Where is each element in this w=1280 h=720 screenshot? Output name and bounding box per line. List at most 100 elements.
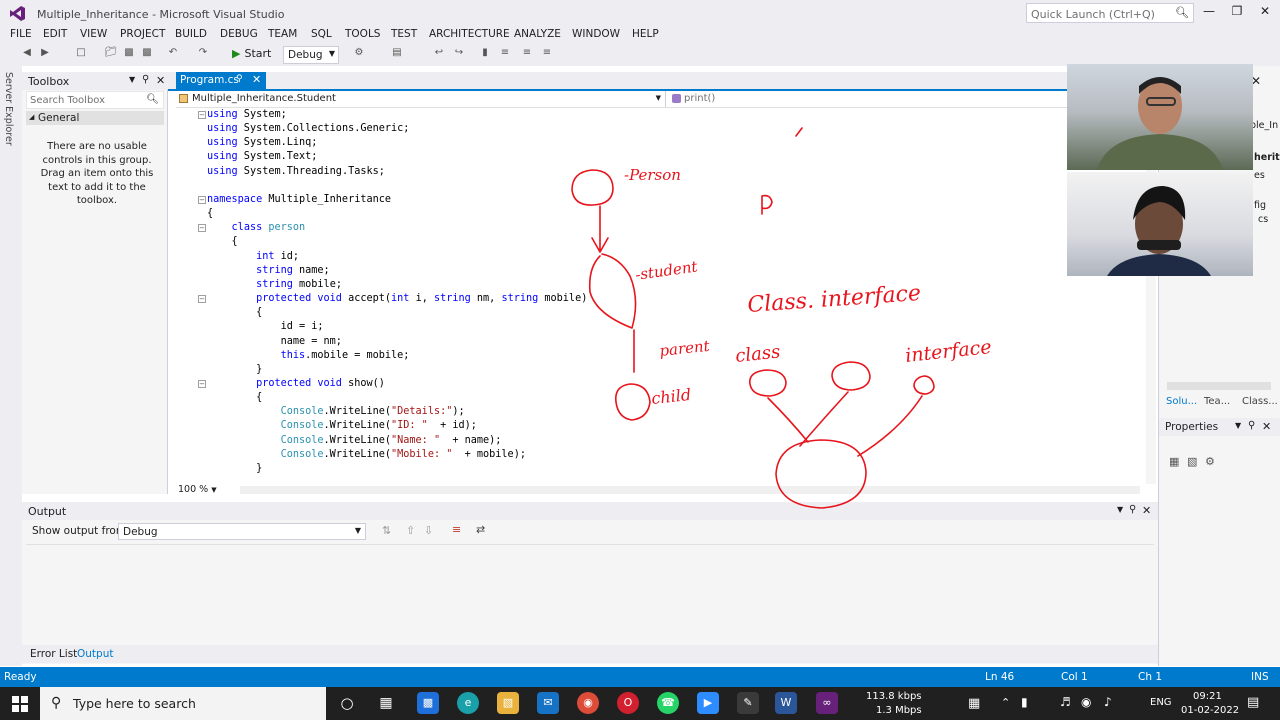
start-debug-button[interactable]: ▶ Start — [232, 47, 271, 60]
output-text-area[interactable] — [26, 544, 1154, 640]
fold-toggle[interactable]: − — [198, 295, 206, 303]
menu-analyze[interactable]: ANALYZE — [514, 28, 561, 40]
menu-project[interactable]: PROJECT — [120, 28, 165, 40]
next-message-icon[interactable]: ⇩ — [424, 524, 433, 537]
bookmark-icon[interactable]: ▮ — [478, 47, 492, 61]
toolbox-search-input[interactable]: Search Toolbox 🔍︎ — [26, 91, 164, 109]
edge-icon[interactable]: e — [457, 692, 479, 714]
menu-file[interactable]: FILE — [10, 28, 32, 40]
toolbox-group-general[interactable]: ◢ General — [26, 111, 164, 125]
clock-time[interactable]: 09:21 — [1193, 691, 1222, 702]
whatsapp-icon[interactable]: ☎ — [657, 692, 679, 714]
menu-window[interactable]: WINDOW — [572, 28, 620, 40]
editor-horizontal-scrollbar[interactable] — [240, 486, 1140, 494]
type-dropdown[interactable]: Multiple_Inheritance.Student ▼ — [176, 91, 666, 107]
quick-launch-input[interactable]: Quick Launch (Ctrl+Q) 🔍︎ — [1026, 3, 1194, 23]
maximize-button[interactable]: ❐ — [1226, 4, 1248, 22]
language-indicator[interactable]: ENG — [1150, 697, 1172, 708]
output-source-select[interactable]: Debug ▼ — [118, 523, 366, 540]
alphabetical-icon[interactable]: ▧ — [1187, 455, 1197, 468]
tab-program-cs[interactable]: Program.cs ⚲ ✕ — [176, 72, 266, 89]
pin-icon[interactable]: ⚲ — [1248, 420, 1255, 431]
navigate-forward-icon[interactable]: ↪ — [452, 47, 466, 61]
file-explorer-icon[interactable]: ▧ — [497, 692, 519, 714]
save-all-icon[interactable]: ▩ — [140, 47, 154, 61]
fold-toggle[interactable]: − — [198, 224, 206, 232]
menu-debug[interactable]: DEBUG — [220, 28, 258, 40]
categorized-icon[interactable]: ▦ — [1169, 455, 1179, 468]
server-explorer-tab[interactable]: Server Explorer — [3, 72, 14, 146]
menu-view[interactable]: VIEW — [80, 28, 107, 40]
cortana-icon[interactable]: ○ — [336, 692, 358, 714]
find-icon[interactable]: ▤ — [390, 47, 404, 61]
task-view-icon[interactable]: ▦ — [375, 692, 397, 714]
chrome-icon[interactable]: ◉ — [577, 692, 599, 714]
minimize-button[interactable]: — — [1198, 4, 1220, 22]
menu-test[interactable]: TEST — [391, 28, 417, 40]
solution-scrollbar[interactable] — [1167, 382, 1271, 390]
save-icon[interactable]: ▩ — [122, 47, 136, 61]
visual-studio-taskbar-icon[interactable]: ∞ — [816, 692, 838, 714]
pin-icon[interactable]: ⚲ — [1129, 504, 1136, 515]
notification-icon[interactable]: ▤ — [1247, 695, 1259, 710]
menu-team[interactable]: TEAM — [268, 28, 297, 40]
outdent-icon[interactable]: ≡ — [540, 47, 554, 61]
back-icon[interactable]: ◀ — [20, 47, 34, 61]
close-tab-icon[interactable]: ✕ — [252, 73, 261, 86]
clock-date[interactable]: 01-02-2022 — [1181, 705, 1239, 716]
menu-help[interactable]: HELP — [632, 28, 659, 40]
menu-tools[interactable]: TOOLS — [345, 28, 380, 40]
zoom-app-icon[interactable]: ▶ — [697, 692, 719, 714]
fold-toggle[interactable]: − — [198, 196, 206, 204]
solution-configuration-select[interactable]: Debug ▼ — [283, 46, 339, 64]
find-message-icon[interactable]: ⇅ — [382, 524, 391, 537]
previous-message-icon[interactable]: ⇧ — [406, 524, 415, 537]
tab-class-view[interactable]: Class... — [1242, 396, 1278, 407]
fold-toggle[interactable]: − — [198, 111, 206, 119]
code-editor[interactable]: − − − − − using System; using System.Coll… — [176, 108, 1156, 484]
navigate-back-icon[interactable]: ↩ — [432, 47, 446, 61]
word-icon[interactable]: W — [775, 692, 797, 714]
attach-icon[interactable]: ⚙ — [352, 47, 366, 61]
undo-icon[interactable]: ↶ — [166, 47, 180, 61]
word-wrap-icon[interactable]: ⇄ — [476, 523, 485, 536]
member-dropdown[interactable]: print() — [670, 91, 1060, 107]
redo-icon[interactable]: ↷ — [196, 47, 210, 61]
opera-icon[interactable]: O — [617, 692, 639, 714]
new-project-icon[interactable]: □ — [74, 47, 88, 61]
wifi-icon[interactable]: ◉ — [1081, 695, 1091, 709]
close-toolbox-icon[interactable]: ✕ — [156, 74, 165, 87]
tab-solution-explorer[interactable]: Solu... — [1166, 396, 1197, 407]
uncomment-icon[interactable]: ≡ — [520, 47, 534, 61]
close-output-icon[interactable]: ✕ — [1142, 504, 1151, 517]
show-hidden-icons-icon[interactable]: ⌃ — [1001, 696, 1010, 709]
pin-tab-icon[interactable]: ⚲ — [236, 74, 243, 84]
paint-icon[interactable]: ✎ — [737, 692, 759, 714]
mail-icon[interactable]: ✉ — [537, 692, 559, 714]
pin-icon[interactable]: ⚲ — [142, 74, 149, 85]
windows-start-button[interactable] — [0, 687, 40, 720]
menu-sql[interactable]: SQL — [311, 28, 332, 40]
taskbar-search-box[interactable]: ⚲ Type here to search — [40, 687, 326, 720]
tab-team-explorer[interactable]: Tea... — [1204, 396, 1230, 407]
forward-icon[interactable]: ▶ — [38, 47, 52, 61]
tab-output[interactable]: Output — [77, 648, 113, 660]
menu-edit[interactable]: EDIT — [43, 28, 67, 40]
dropdown-icon[interactable]: ▼ — [1117, 505, 1123, 514]
dropdown-icon[interactable]: ▼ — [1235, 421, 1241, 430]
store-icon[interactable]: ▩ — [417, 692, 439, 714]
close-window-button[interactable]: ✕ — [1254, 4, 1276, 22]
volume-icon[interactable]: ♬ — [1060, 695, 1071, 709]
open-file-icon[interactable]: 📁︎ — [104, 47, 118, 61]
close-properties-icon[interactable]: ✕ — [1262, 420, 1271, 433]
speaker-icon[interactable]: ♪ — [1104, 695, 1112, 709]
comment-icon[interactable]: ≡ — [498, 47, 512, 61]
clear-all-icon[interactable]: ≡ — [452, 523, 461, 536]
dropdown-icon[interactable]: ▼ — [129, 75, 135, 84]
property-pages-icon[interactable]: ⚙ — [1205, 455, 1215, 468]
menu-build[interactable]: BUILD — [175, 28, 207, 40]
fold-toggle[interactable]: − — [198, 380, 206, 388]
menu-architecture[interactable]: ARCHITECTURE — [429, 28, 510, 40]
battery-icon[interactable]: ▮ — [1021, 695, 1028, 709]
screen-share-icon[interactable]: ▦ — [968, 696, 980, 711]
